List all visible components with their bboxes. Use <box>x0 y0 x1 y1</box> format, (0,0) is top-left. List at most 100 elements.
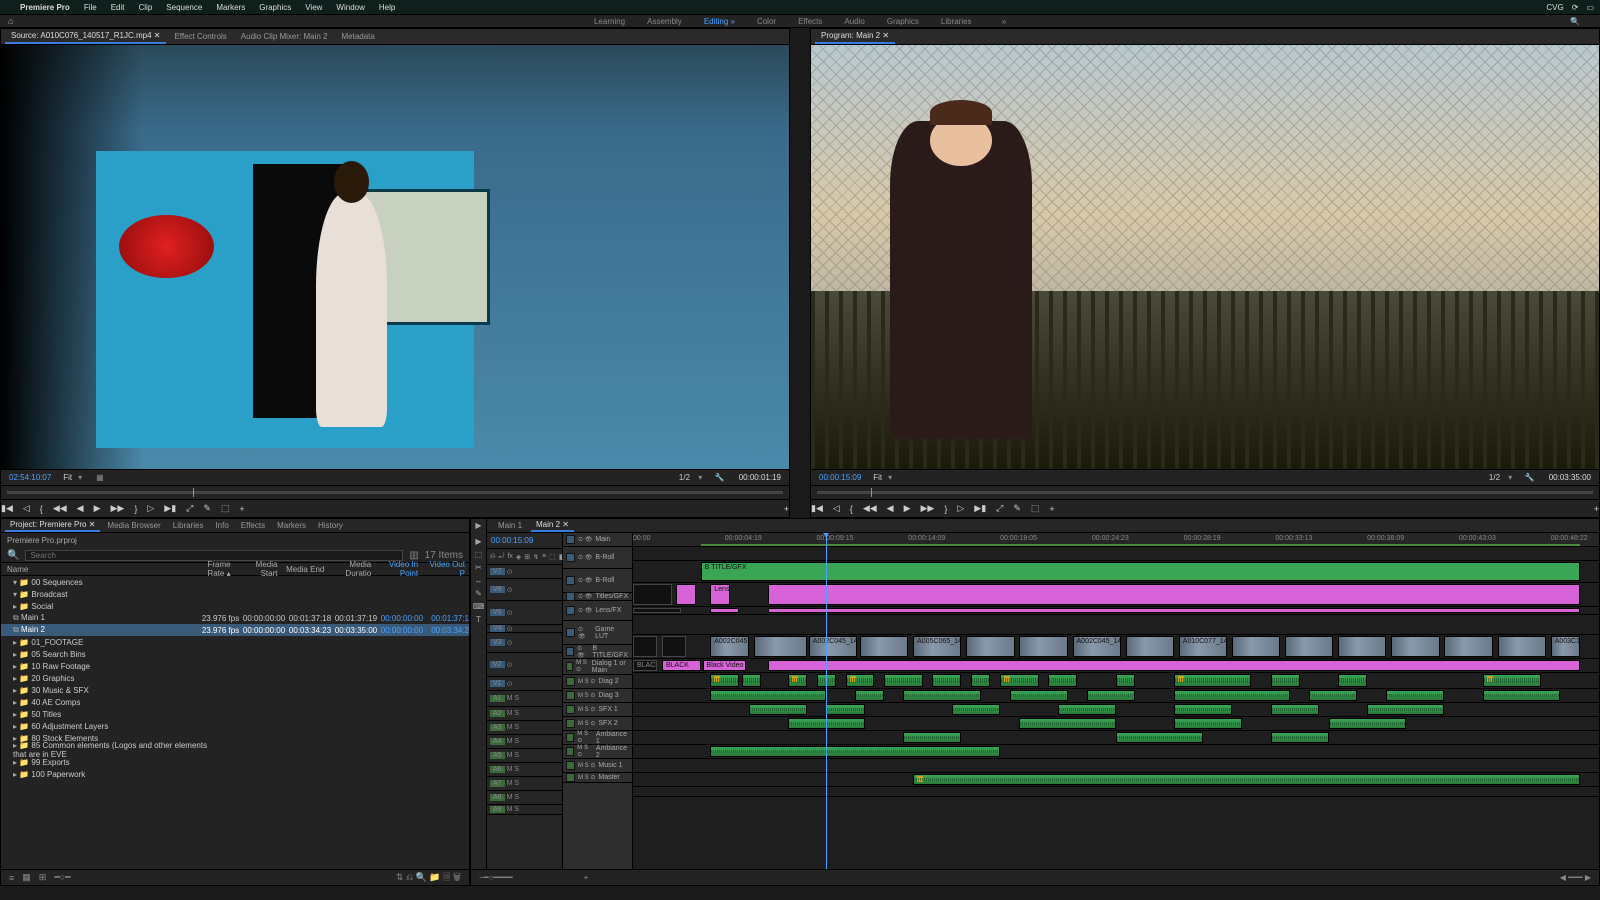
video-track-header[interactable]: ⊙ 👁Game LUT <box>563 621 632 645</box>
transport-btn[interactable]: ▶▮ <box>164 503 176 514</box>
menu-help[interactable]: Help <box>379 3 395 12</box>
audio-track[interactable] <box>633 745 1599 759</box>
track-targeting[interactable]: V4⊙ <box>487 625 562 633</box>
project-item[interactable]: Social <box>1 600 469 612</box>
tool-icon[interactable]: ⌨ <box>473 602 485 611</box>
workspace-effects[interactable]: Effects <box>798 17 822 26</box>
track-targeting[interactable]: V3⊙ <box>487 633 562 653</box>
new-item-icon[interactable]: 🗏 <box>443 872 450 882</box>
timeline-clip[interactable] <box>768 584 1579 605</box>
workspace-assembly[interactable]: Assembly <box>647 17 682 26</box>
transport-btn[interactable]: ◀ <box>887 503 894 514</box>
track-targeting[interactable]: V1⊙ <box>487 677 562 691</box>
project-columns[interactable]: NameFrame Rate ▴Media StartMedia EndMedi… <box>1 562 469 576</box>
timeline-clip[interactable] <box>1338 674 1367 687</box>
transport-btn[interactable]: ▮◀ <box>811 503 823 514</box>
timeline-clip[interactable] <box>855 690 884 701</box>
audio-track-header[interactable]: M S ⊙SFX 1 <box>563 703 632 717</box>
freeform-view-icon[interactable]: ⊞ <box>39 872 47 883</box>
project-tree[interactable]: 00 SequencesBroadcastSocialMain 123.976 … <box>1 576 469 869</box>
chevron-down-icon[interactable]: ▾ <box>888 473 892 482</box>
transport-btn[interactable]: ◀◀ <box>53 503 67 514</box>
project-item[interactable]: 40 AE Comps <box>1 696 469 708</box>
zoom-in-icon[interactable]: + <box>584 873 589 882</box>
video-track-header[interactable]: ⊙ 👁B TITLE/GFX <box>563 645 632 659</box>
transport-btn[interactable]: ⬚ <box>1031 503 1040 514</box>
sync-icon[interactable]: ⟳ <box>1572 3 1579 12</box>
audio-track[interactable] <box>633 673 1599 689</box>
timeline-clip[interactable]: BLACK <box>633 660 657 671</box>
track-targeting[interactable]: V6⊙ <box>487 579 562 601</box>
audio-track[interactable] <box>633 717 1599 731</box>
timeline-ctrl-icon[interactable]: ⎌ <box>490 553 496 561</box>
timeline-clip[interactable] <box>710 690 826 701</box>
timeline-clip[interactable] <box>1271 704 1319 715</box>
transport-btn[interactable]: ▷ <box>147 503 154 514</box>
timeline-clip[interactable]: A005C065_140516.mp4 <box>913 636 961 657</box>
find-icon[interactable]: 🔍 <box>416 872 427 882</box>
video-track-header[interactable]: ⊙ 👁Main <box>563 533 632 547</box>
source-scrubber[interactable] <box>1 485 789 499</box>
timeline-clip[interactable] <box>710 608 739 613</box>
timeline-clip[interactable] <box>1116 674 1135 687</box>
timeline-clip[interactable]: A002C045_140510.mp4 <box>1073 636 1121 657</box>
timeline-clip[interactable] <box>742 674 761 687</box>
transport-btn[interactable]: ◀◀ <box>863 503 877 514</box>
timeline-clip[interactable] <box>1285 636 1333 657</box>
track-targeting[interactable]: A4M S <box>487 735 562 749</box>
audio-track[interactable] <box>633 731 1599 745</box>
tool-icon[interactable]: T <box>476 615 481 624</box>
wrench-icon[interactable]: 🔧 <box>1525 473 1535 482</box>
timeline-clip[interactable] <box>754 636 807 657</box>
menu-view[interactable]: View <box>305 3 322 12</box>
tab[interactable]: Info <box>210 520 233 531</box>
timeline-timecode[interactable]: 00:00:15:09 <box>487 533 562 549</box>
tab[interactable]: Markers <box>272 520 311 531</box>
timeline-ctrl-icon[interactable]: ↯ <box>533 553 539 561</box>
source-zoom[interactable]: 1/2 <box>679 473 690 482</box>
project-item[interactable]: 00 Sequences <box>1 576 469 588</box>
tab[interactable]: Effects <box>236 520 270 531</box>
search-icon[interactable]: 🔍 <box>1570 17 1580 26</box>
program-fit[interactable]: Fit <box>873 473 882 482</box>
menu-sequence[interactable]: Sequence <box>166 3 202 12</box>
project-item[interactable]: 10 Raw Footage <box>1 660 469 672</box>
tab[interactable]: Media Browser <box>102 520 165 531</box>
transport-btn[interactable]: + <box>1049 504 1054 514</box>
timeline-clip[interactable] <box>1329 718 1406 729</box>
app-name[interactable]: Premiere Pro <box>20 3 70 12</box>
workspace-color[interactable]: Color <box>757 17 776 26</box>
plus-icon[interactable]: + <box>1594 504 1599 514</box>
timeline-clip[interactable] <box>913 774 1580 785</box>
transport-btn[interactable]: ◁ <box>23 503 30 514</box>
track-targeting[interactable]: A6M S <box>487 763 562 777</box>
timeline-clip[interactable] <box>768 608 1579 613</box>
column-header[interactable]: Media End <box>281 565 328 574</box>
transport-btn[interactable]: { <box>850 504 853 514</box>
track-targeting[interactable]: A5M S <box>487 749 562 763</box>
tab[interactable]: Source: A010C076_140517_R1JC.mp4 ✕ <box>5 29 166 44</box>
menu-window[interactable]: Window <box>336 3 364 12</box>
transport-btn[interactable]: ⤢ <box>996 503 1003 514</box>
menu-graphics[interactable]: Graphics <box>259 3 291 12</box>
chevron-down-icon[interactable]: ▾ <box>78 473 82 482</box>
timeline-clip[interactable] <box>1483 674 1541 687</box>
trash-icon[interactable]: 🗑 <box>453 872 461 882</box>
timeline-clip[interactable] <box>1174 690 1290 701</box>
transport-btn[interactable]: ⤢ <box>186 503 193 514</box>
timeline-clip[interactable] <box>1271 732 1329 743</box>
timeline-clip[interactable]: B TITLE/GFX <box>701 562 1580 581</box>
track-targeting[interactable]: A3M S <box>487 721 562 735</box>
project-item[interactable]: 05 Search Bins <box>1 648 469 660</box>
project-item[interactable]: 30 Music & SFX <box>1 684 469 696</box>
audio-track-header[interactable]: M S ⊙Ambiance 2 <box>563 745 632 759</box>
timeline-clip[interactable]: A010C077_140518_R1JC.mp4 <box>1179 636 1227 657</box>
video-track[interactable]: BLACKBLACKBlack Video <box>633 659 1599 673</box>
transport-btn[interactable]: ▶ <box>94 503 101 514</box>
tool-icon[interactable]: ▶ <box>475 537 481 546</box>
source-viewer[interactable] <box>1 45 789 469</box>
tool-icon[interactable]: ↔ <box>475 576 483 585</box>
workspace-learning[interactable]: Learning <box>594 17 625 26</box>
video-track[interactable]: LensFX <box>633 583 1599 607</box>
timeline-clip[interactable] <box>903 690 980 701</box>
